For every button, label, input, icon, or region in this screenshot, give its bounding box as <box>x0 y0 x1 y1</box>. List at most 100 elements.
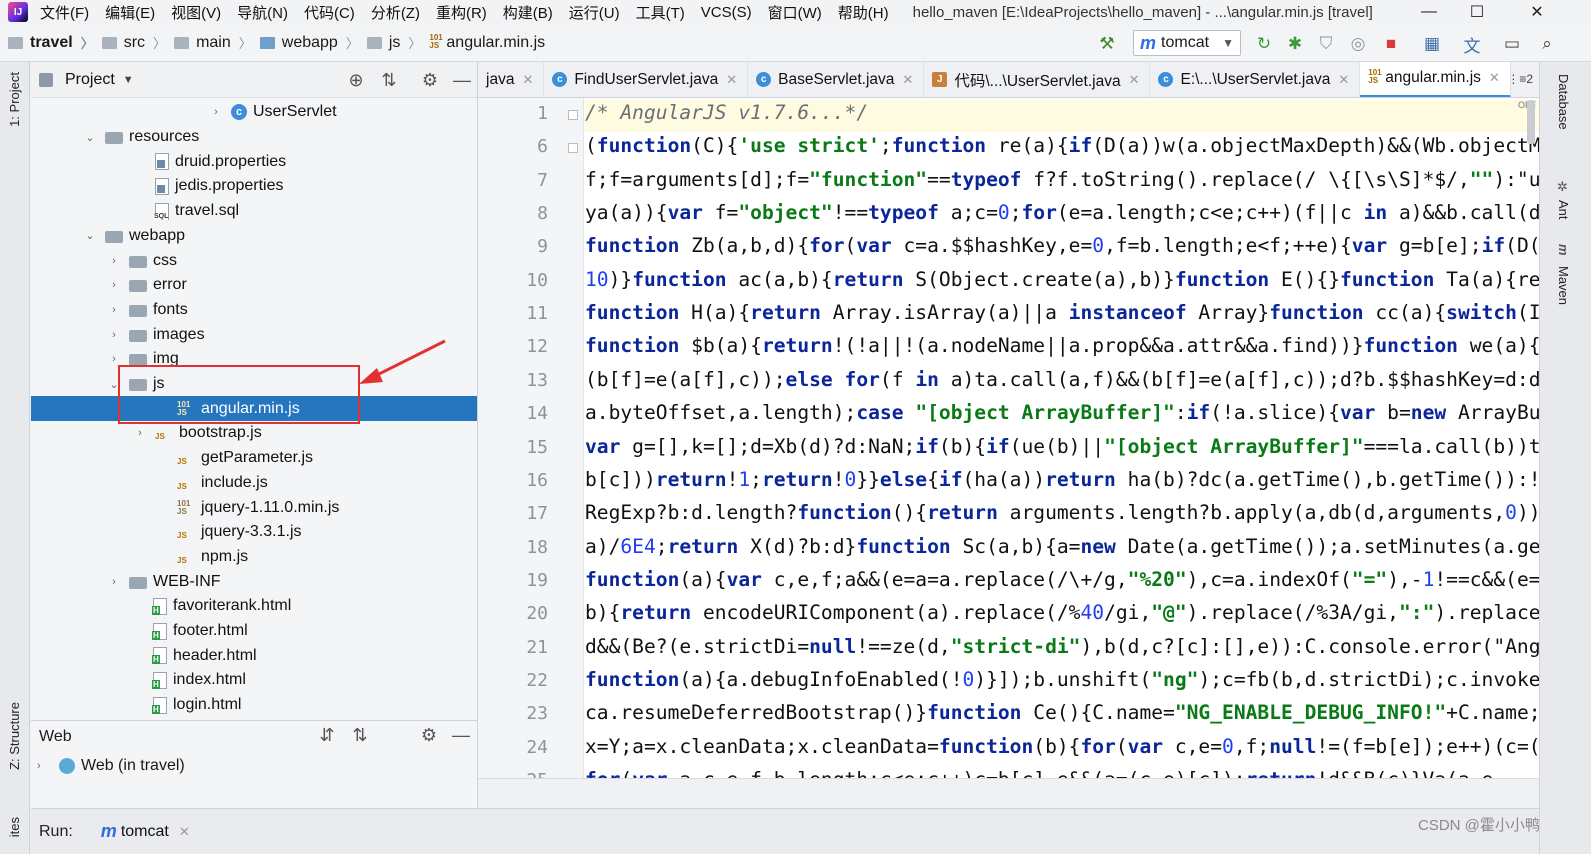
tree-item[interactable]: › WEB-INF <box>31 569 477 594</box>
editor-tab-finduserservlet[interactable]: c FindUserServlet.java ✕ <box>544 62 749 97</box>
maximize-button[interactable]: ☐ <box>1454 0 1500 24</box>
close-icon[interactable]: ✕ <box>522 72 533 88</box>
editor-gutter[interactable]: 1678910111213141516171819202122232425 <box>478 98 584 778</box>
editor-tab-userservlet-e[interactable]: c E:\...\UserServlet.java ✕ <box>1150 62 1361 97</box>
chevron-down-icon[interactable]: ⌄ <box>107 378 121 391</box>
code-line[interactable]: var g=[],k=[];d=Xb(d)?d:NaN;if(b){if(ue(… <box>585 435 1539 458</box>
code-editor[interactable]: 1678910111213141516171819202122232425 /*… <box>478 98 1539 778</box>
run-tab-tomcat[interactable]: tomcat <box>121 823 169 841</box>
menu-edit[interactable]: 编辑(E) <box>105 2 155 23</box>
tree-item[interactable]: › css <box>31 248 477 273</box>
code-line[interactable]: ya(a)){var f="object"!==typeof a;c=0;for… <box>585 201 1539 224</box>
tree-item[interactable]: 101 JS angular.min.js <box>31 396 477 422</box>
build-hammer-icon[interactable]: ⚒ <box>1097 34 1117 54</box>
code-line[interactable]: /* AngularJS v1.7.6...*/ <box>585 101 868 124</box>
menu-run[interactable]: 运行(U) <box>569 2 620 23</box>
menu-refactor[interactable]: 重构(R) <box>436 2 487 23</box>
ant-tool-tab[interactable]: Ant <box>1556 200 1571 220</box>
tree-item[interactable]: header.html <box>31 643 477 668</box>
code-line[interactable]: function(a){a.debugInfoEnabled(!0)}]);b.… <box>585 668 1539 691</box>
run-configuration-select[interactable]: m tomcat ▼ <box>1133 30 1241 56</box>
intellij-logo-icon[interactable]: IJ <box>8 2 28 22</box>
editor-tab-baseservlet[interactable]: c BaseServlet.java ✕ <box>748 62 925 97</box>
collapse-all-icon[interactable]: ⇅ <box>378 70 400 91</box>
code-line[interactable]: b[c]))return!1;return!0}}else{if(ha(a))r… <box>585 468 1539 491</box>
code-line[interactable]: f;f=arguments[d];f="function"==typeof f?… <box>585 168 1539 191</box>
code-line[interactable]: d&&(Be?(e.strictDi=null!==ze(d,"strict-d… <box>585 635 1539 658</box>
code-line[interactable]: RegExp?b:d.length?function(){return argu… <box>585 501 1539 524</box>
tree-item[interactable]: JS include.js <box>31 471 477 496</box>
chevron-down-icon[interactable]: ⌄ <box>83 131 97 144</box>
menu-file[interactable]: 文件(F) <box>40 2 89 23</box>
breadcrumb-angular-min-js[interactable]: 101 JS angular.min.js <box>421 33 545 52</box>
tree-item[interactable]: JS npm.js <box>31 545 477 570</box>
profile-icon[interactable]: ◎ <box>1348 34 1368 54</box>
tree-item[interactable]: index.html <box>31 668 477 693</box>
code-line[interactable]: a)/6E4;return X(d)?b:d}function Sc(a,b){… <box>585 535 1539 558</box>
code-line[interactable]: function $b(a){return!(!a||!(a.nodeName|… <box>585 334 1539 357</box>
code-line[interactable]: function(a){var c,e,f;a&&(e=a=a.replace(… <box>585 568 1539 591</box>
code-line[interactable]: x=Y;a=x.cleanData;x.cleanData=function(b… <box>585 735 1539 758</box>
code-line[interactable]: function H(a){return Array.isArray(a)||a… <box>585 301 1539 324</box>
editor-horizontal-scrollbar-area[interactable] <box>478 778 1539 808</box>
close-icon[interactable]: ✕ <box>1489 70 1500 86</box>
close-window-button[interactable]: ✕ <box>1514 0 1560 24</box>
locate-file-icon[interactable]: ⊕ <box>345 70 367 91</box>
project-view-select[interactable]: Project <box>65 71 115 89</box>
breadcrumb-src[interactable]: src 〉 <box>94 33 166 52</box>
editor-tab-angular-min-js[interactable]: 101 JS angular.min.js ✕ <box>1360 62 1511 97</box>
gear-icon[interactable]: ⚙ <box>419 70 441 91</box>
tree-item[interactable]: 101 JS jquery-1.11.0.min.js <box>31 495 477 520</box>
chevron-down-icon[interactable]: ▼ <box>123 74 134 86</box>
tree-item[interactable]: › fonts <box>31 298 477 323</box>
code-line[interactable]: a.byteOffset,a.length);case "[object Arr… <box>585 401 1539 424</box>
chevron-right-icon[interactable]: › <box>107 329 121 341</box>
menu-build[interactable]: 构建(B) <box>503 2 553 23</box>
tree-item[interactable]: JS getParameter.js <box>31 446 477 471</box>
editor-tab-userservlet-code[interactable]: J 代码\...\UserServlet.java ✕ <box>924 62 1151 97</box>
tree-item[interactable]: ⌄ webapp <box>31 224 477 249</box>
editor-tab-java[interactable]: java ✕ <box>478 62 545 97</box>
translate-icon[interactable]: 文 <box>1462 34 1482 56</box>
close-icon[interactable]: ✕ <box>1129 72 1140 88</box>
favorites-tool-tab[interactable]: ites <box>7 817 22 837</box>
code-line[interactable]: (b[f]=e(a[f],c));else for(f in a)ta.call… <box>585 368 1539 391</box>
rerun-icon[interactable]: ↻ <box>1254 34 1274 54</box>
breadcrumb-js[interactable]: js 〉 <box>359 33 421 52</box>
search-icon[interactable]: ⌕ <box>1537 34 1557 54</box>
breadcrumb-main[interactable]: main 〉 <box>166 33 252 52</box>
fold-marker-icon[interactable] <box>568 143 578 154</box>
database-tool-tab[interactable]: Database <box>1556 74 1571 130</box>
menu-vcs[interactable]: VCS(S) <box>701 4 752 21</box>
collapse-all-icon[interactable]: ⇅ <box>349 725 371 746</box>
menu-window[interactable]: 窗口(W) <box>768 2 822 23</box>
code-line[interactable]: for(var a,c,e,f,b.length;c<e;c++)c=b[c],… <box>585 768 1493 778</box>
menu-analyze[interactable]: 分析(Z) <box>371 2 420 23</box>
chevron-right-icon[interactable]: › <box>133 427 147 439</box>
chevron-right-icon[interactable]: › <box>37 760 51 772</box>
code-line[interactable]: ca.resumeDeferredBootstrap()}function Ce… <box>585 701 1539 724</box>
project-structure-icon[interactable]: ▦ <box>1422 34 1442 54</box>
tree-item[interactable]: druid.properties <box>31 149 477 174</box>
hide-panel-icon[interactable]: — <box>450 725 472 746</box>
chevron-right-icon[interactable]: › <box>107 576 121 588</box>
tree-item[interactable]: travel.sql <box>31 199 477 224</box>
tree-item[interactable]: favoriterank.html <box>31 594 477 619</box>
editor-vertical-scrollbar[interactable] <box>1527 100 1535 144</box>
tree-item[interactable]: › error <box>31 273 477 298</box>
tree-item[interactable]: login.html <box>31 693 477 718</box>
more-tabs-button[interactable]: ⋮≡2 <box>1507 72 1533 86</box>
chevron-right-icon[interactable]: › <box>107 353 121 365</box>
structure-tool-tab[interactable]: Z: Structure <box>7 702 22 770</box>
presentation-icon[interactable]: ▭ <box>1502 34 1522 54</box>
chevron-right-icon[interactable]: › <box>107 304 121 316</box>
tree-item[interactable]: ⌄ resources <box>31 125 477 150</box>
tree-item[interactable]: › JS bootstrap.js <box>31 421 477 446</box>
code-line[interactable]: function Zb(a,b,d){for(var c=a.$$hashKey… <box>585 234 1539 257</box>
minimize-button[interactable]: — <box>1406 0 1452 24</box>
expand-all-icon[interactable]: ⇵ <box>316 725 338 746</box>
chevron-right-icon[interactable]: › <box>107 279 121 291</box>
close-icon[interactable]: ✕ <box>1338 72 1349 88</box>
menu-tools[interactable]: 工具(T) <box>636 2 685 23</box>
tree-item[interactable]: footer.html <box>31 619 477 644</box>
